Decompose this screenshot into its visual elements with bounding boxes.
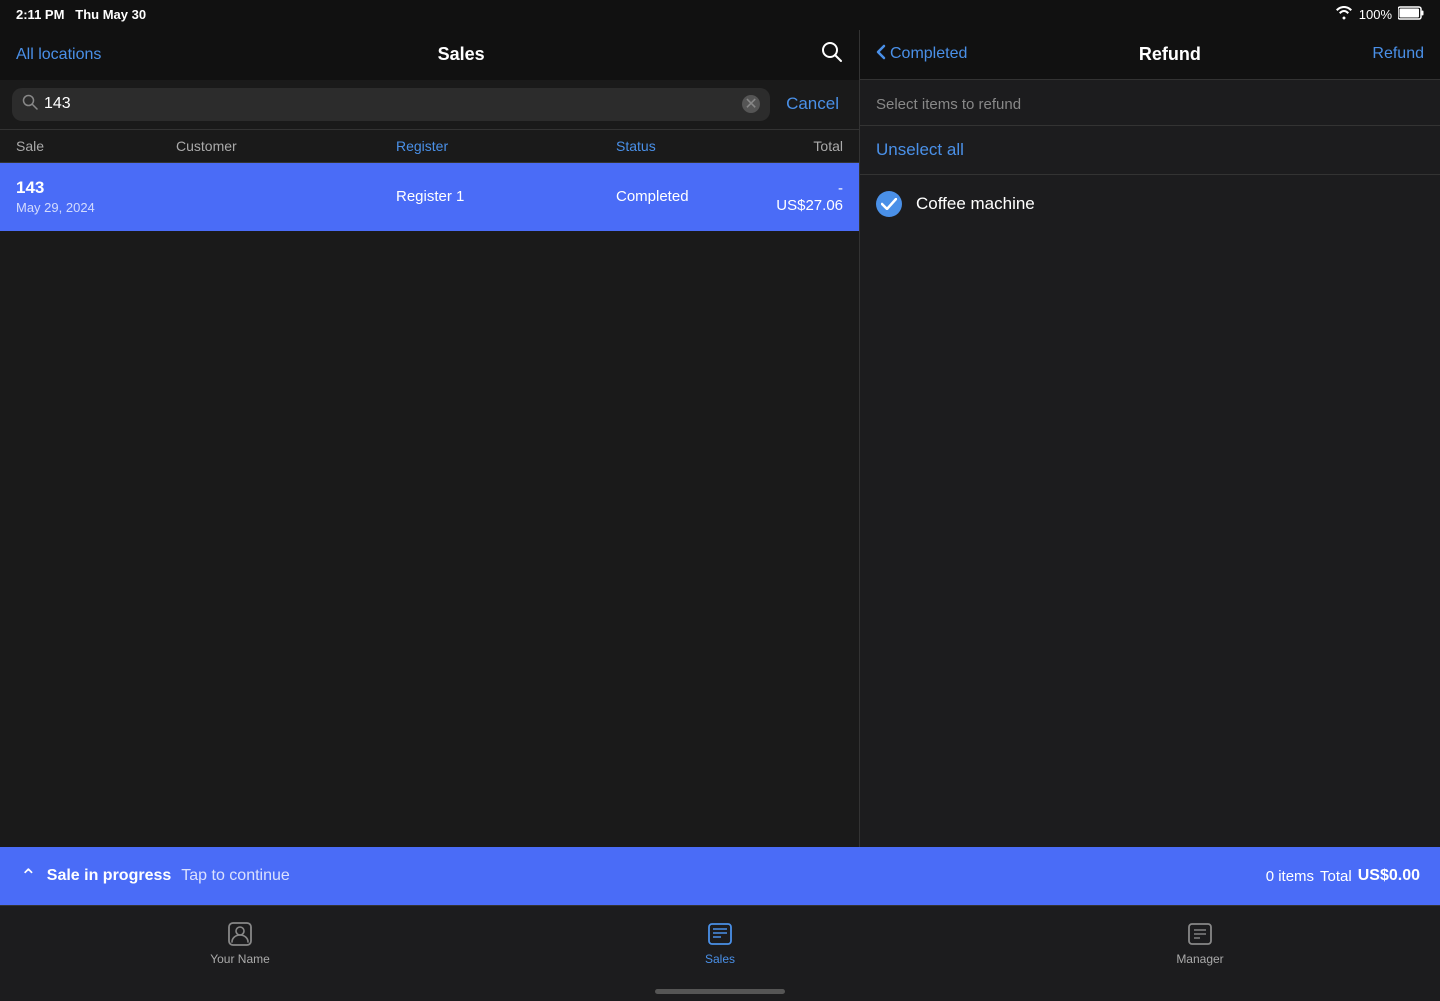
unselect-all-button[interactable]: Unselect all	[860, 126, 1440, 175]
total-label: Total	[1320, 868, 1352, 885]
right-panel: Completed Refund Refund Select items to …	[860, 30, 1440, 848]
nav-item-manager[interactable]: Manager	[960, 920, 1440, 966]
chevron-up-icon: ⌃	[20, 864, 37, 889]
item-name: Coffee machine	[916, 194, 1035, 214]
search-header-icon[interactable]	[821, 41, 843, 68]
item-checkbox-icon[interactable]	[876, 191, 902, 217]
nav-label-sales: Sales	[705, 952, 735, 966]
table-row[interactable]: 143 May 29, 2024 Register 1 Completed -U…	[0, 163, 859, 231]
col-total: Total	[776, 138, 843, 154]
search-input-wrapper[interactable]: 143 ✕	[12, 88, 770, 121]
sale-total-amount: US$0.00	[1358, 867, 1420, 885]
sales-icon	[706, 920, 734, 948]
row-sale-date: May 29, 2024	[16, 200, 176, 215]
search-bar: 143 ✕ Cancel	[0, 80, 859, 130]
manager-icon	[1186, 920, 1214, 948]
status-time: 2:11 PM Thu May 30	[16, 7, 146, 22]
nav-label-your-name: Your Name	[210, 952, 270, 966]
back-button[interactable]: Completed	[876, 44, 967, 65]
left-panel: All locations Sales	[0, 30, 860, 848]
app-container: 2:11 PM Thu May 30 100%	[0, 0, 1440, 1001]
bottom-nav: Your Name Sales	[0, 905, 1440, 982]
back-label: Completed	[890, 45, 967, 63]
row-sale-number: 143	[16, 178, 176, 198]
status-bar: 2:11 PM Thu May 30 100%	[0, 0, 1440, 30]
battery-icon	[1398, 6, 1424, 23]
battery-percent: 100%	[1359, 7, 1392, 22]
table-header: Sale Customer Register Status Total	[0, 130, 859, 163]
sale-in-progress-label: Sale in progress	[47, 867, 172, 885]
nav-item-your-name[interactable]: Your Name	[0, 920, 480, 966]
row-total: -US$27.06	[776, 180, 843, 214]
sales-page-title: Sales	[438, 44, 485, 65]
col-customer: Customer	[176, 138, 396, 154]
nav-label-manager: Manager	[1176, 952, 1223, 966]
search-icon	[22, 94, 38, 115]
status-right: 100%	[1335, 6, 1424, 23]
list-item[interactable]: Coffee machine	[860, 175, 1440, 233]
main-layout: All locations Sales	[0, 30, 1440, 848]
col-register[interactable]: Register	[396, 138, 616, 154]
left-header: All locations Sales	[0, 30, 859, 80]
chevron-left-icon	[876, 44, 886, 65]
home-bar	[655, 989, 785, 994]
row-sale-info: 143 May 29, 2024	[16, 178, 176, 215]
home-indicator	[0, 981, 1440, 1001]
refund-title: Refund	[1139, 44, 1201, 65]
sale-progress-left: ⌃ Sale in progress Tap to continue	[20, 864, 290, 889]
row-status: Completed	[616, 188, 776, 205]
search-input[interactable]: 143	[44, 95, 736, 113]
right-header: Completed Refund Refund	[860, 30, 1440, 80]
tap-to-continue-label: Tap to continue	[181, 867, 290, 885]
wifi-icon	[1335, 6, 1353, 23]
nav-item-sales[interactable]: Sales	[480, 920, 960, 966]
sale-progress-bar[interactable]: ⌃ Sale in progress Tap to continue 0 ite…	[0, 847, 1440, 904]
person-icon	[226, 920, 254, 948]
refund-action-button[interactable]: Refund	[1372, 45, 1424, 63]
all-locations-link[interactable]: All locations	[16, 46, 101, 64]
clear-search-button[interactable]: ✕	[742, 95, 760, 113]
col-status[interactable]: Status	[616, 138, 776, 154]
items-count: 0 items	[1266, 868, 1314, 885]
col-sale: Sale	[16, 138, 176, 154]
cancel-search-button[interactable]: Cancel	[778, 94, 847, 114]
row-register: Register 1	[396, 188, 616, 205]
select-items-label: Select items to refund	[860, 80, 1440, 126]
sale-progress-right: 0 items Total US$0.00	[1266, 867, 1420, 885]
